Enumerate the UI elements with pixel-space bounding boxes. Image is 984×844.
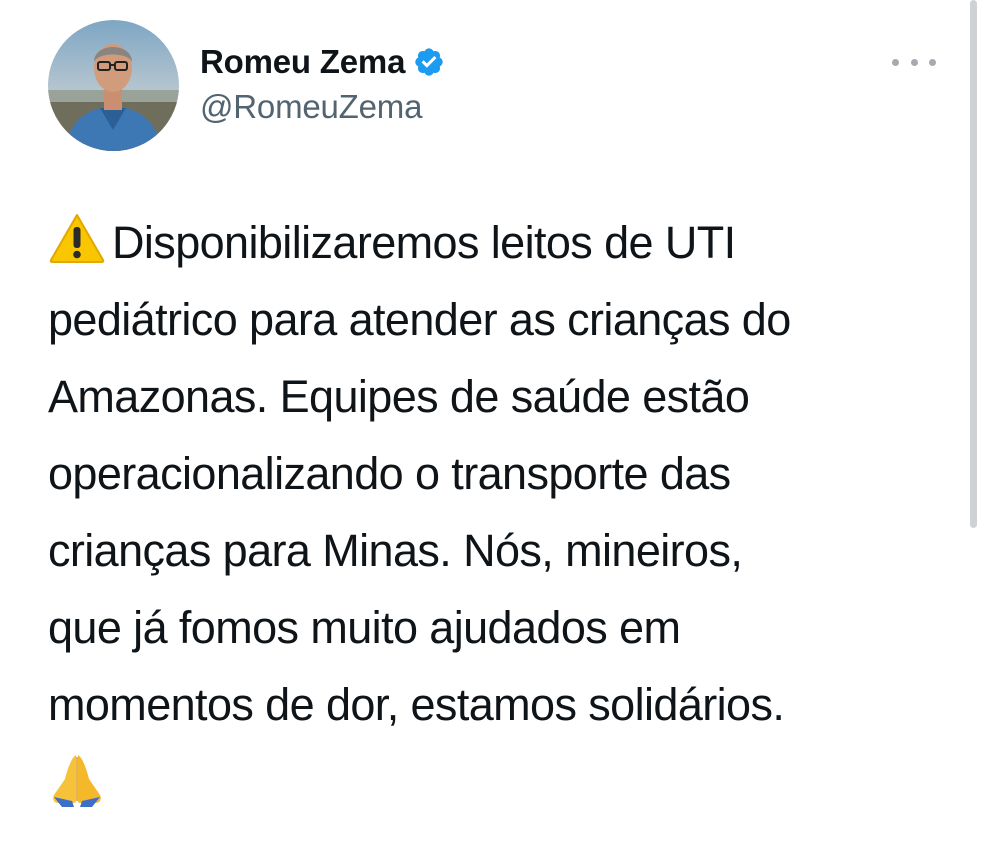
folded-hands-emoji [53, 755, 101, 807]
tweet-line-text: Disponibilizaremos leitos de UTI [112, 217, 736, 268]
tweet-line: Disponibilizaremos leitos de UTI [48, 204, 948, 281]
author-name[interactable]: Romeu Zema [200, 43, 405, 81]
more-dot [910, 58, 918, 66]
tweet-line [48, 743, 948, 820]
more-dot [892, 58, 899, 66]
more-dot [929, 58, 936, 66]
author-handle[interactable]: @RomeuZema [200, 88, 422, 126]
scrollbar[interactable] [970, 0, 977, 528]
avatar[interactable] [48, 20, 179, 151]
tweet-line: pediátrico para atender as crianças do [48, 294, 791, 345]
tweet: Romeu Zema @RomeuZema Disponibilizaremos… [0, 0, 984, 844]
warning-emoji [49, 214, 105, 263]
tweet-line: Amazonas. Equipes de saúde estão [48, 371, 750, 422]
tweet-line: crianças para Minas. Nós, mineiros, [48, 525, 743, 576]
more-options-icon[interactable] [892, 48, 936, 76]
verified-badge-icon [415, 48, 443, 76]
tweet-line: operacionalizando o transporte das [48, 448, 731, 499]
tweet-line: que já fomos muito ajudados em [48, 602, 681, 653]
tweet-line: momentos de dor, estamos solidários. [48, 679, 785, 730]
author-name-row: Romeu Zema [200, 40, 445, 84]
tweet-text: Disponibilizaremos leitos de UTI pediátr… [48, 204, 948, 820]
